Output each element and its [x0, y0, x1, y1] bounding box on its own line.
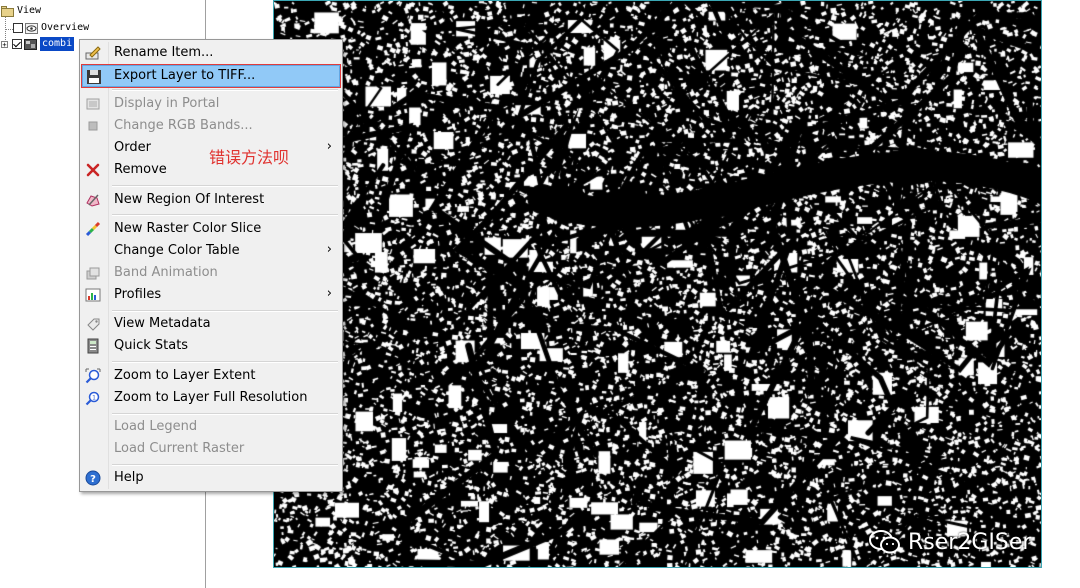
menu-separator	[112, 214, 338, 216]
remove-icon	[85, 162, 101, 178]
portal-icon	[85, 96, 101, 112]
menu-item-help[interactable]: ? Help	[82, 467, 340, 489]
layer-context-menu: Rename Item... Export Layer to TIFF... D…	[79, 39, 343, 492]
animation-icon	[85, 265, 101, 281]
raster-layer-icon	[24, 38, 37, 50]
menu-item-quick-stats[interactable]: Quick Stats	[82, 335, 340, 357]
menu-item-display-portal[interactable]: Display in Portal	[82, 93, 340, 115]
help-icon: ?	[85, 470, 101, 486]
menu-item-rename[interactable]: Rename Item...	[82, 42, 340, 64]
tree-root-view[interactable]: View	[1, 4, 41, 18]
metadata-icon	[85, 316, 101, 332]
view-folder-icon	[1, 5, 14, 17]
menu-item-color-slice[interactable]: New Raster Color Slice	[82, 218, 340, 240]
profiles-icon	[85, 287, 101, 303]
menu-item-color-table[interactable]: Change Color Table ›	[82, 240, 340, 262]
zoom-extent-icon	[85, 368, 101, 384]
tree-item-combi[interactable]: + combi	[1, 37, 75, 51]
menu-item-load-legend[interactable]: Load Legend	[82, 416, 340, 438]
tree-item-overview[interactable]: Overview	[13, 21, 89, 35]
roi-icon	[85, 192, 101, 208]
menu-separator	[112, 89, 338, 91]
expand-plus-icon[interactable]: +	[1, 40, 8, 48]
rename-icon	[85, 45, 101, 61]
svg-text:1: 1	[92, 395, 96, 402]
annotation-text: 错误方法呗	[209, 148, 290, 167]
menu-separator	[112, 361, 338, 363]
menu-separator	[112, 185, 338, 187]
watermark-text: Rser2GISer	[908, 529, 1032, 555]
menu-item-export-tiff[interactable]: Export Layer to TIFF...	[81, 64, 341, 88]
wechat-icon	[869, 530, 900, 554]
menu-item-load-raster[interactable]: Load Current Raster	[82, 438, 340, 460]
color-slice-icon	[85, 221, 101, 237]
submenu-arrow-icon: ›	[326, 139, 332, 154]
menu-separator	[112, 310, 338, 312]
menu-item-new-roi[interactable]: New Region Of Interest	[82, 189, 340, 211]
submenu-arrow-icon: ›	[326, 242, 332, 257]
watermark: Rser2GISer	[868, 528, 1031, 556]
tree-item-label-selected: combi	[40, 37, 75, 51]
overview-eye-icon	[25, 22, 38, 34]
submenu-arrow-icon: ›	[326, 286, 332, 301]
overview-checkbox[interactable]	[13, 23, 23, 33]
menu-item-band-animation[interactable]: Band Animation	[82, 262, 340, 284]
menu-item-profiles[interactable]: Profiles ›	[82, 284, 340, 306]
rgb-bands-icon	[85, 118, 101, 134]
raster-image[interactable]	[274, 1, 1041, 567]
menu-item-view-metadata[interactable]: View Metadata	[82, 313, 340, 335]
tree-item-label: Overview	[41, 22, 90, 33]
svg-text:?: ?	[90, 474, 96, 485]
menu-separator	[112, 464, 338, 466]
stats-icon	[85, 338, 101, 354]
menu-item-change-rgb[interactable]: Change RGB Bands...	[82, 115, 340, 137]
tree-root-label: View	[17, 5, 42, 16]
menu-item-zoom-extent[interactable]: Zoom to Layer Extent	[82, 365, 340, 387]
save-icon	[86, 69, 102, 85]
menu-item-zoom-full[interactable]: 1 Zoom to Layer Full Resolution	[82, 387, 340, 409]
menu-separator	[112, 413, 338, 415]
map-view[interactable]	[273, 0, 1042, 568]
zoom-full-icon: 1	[85, 390, 101, 406]
combi-checkbox[interactable]	[12, 39, 22, 49]
